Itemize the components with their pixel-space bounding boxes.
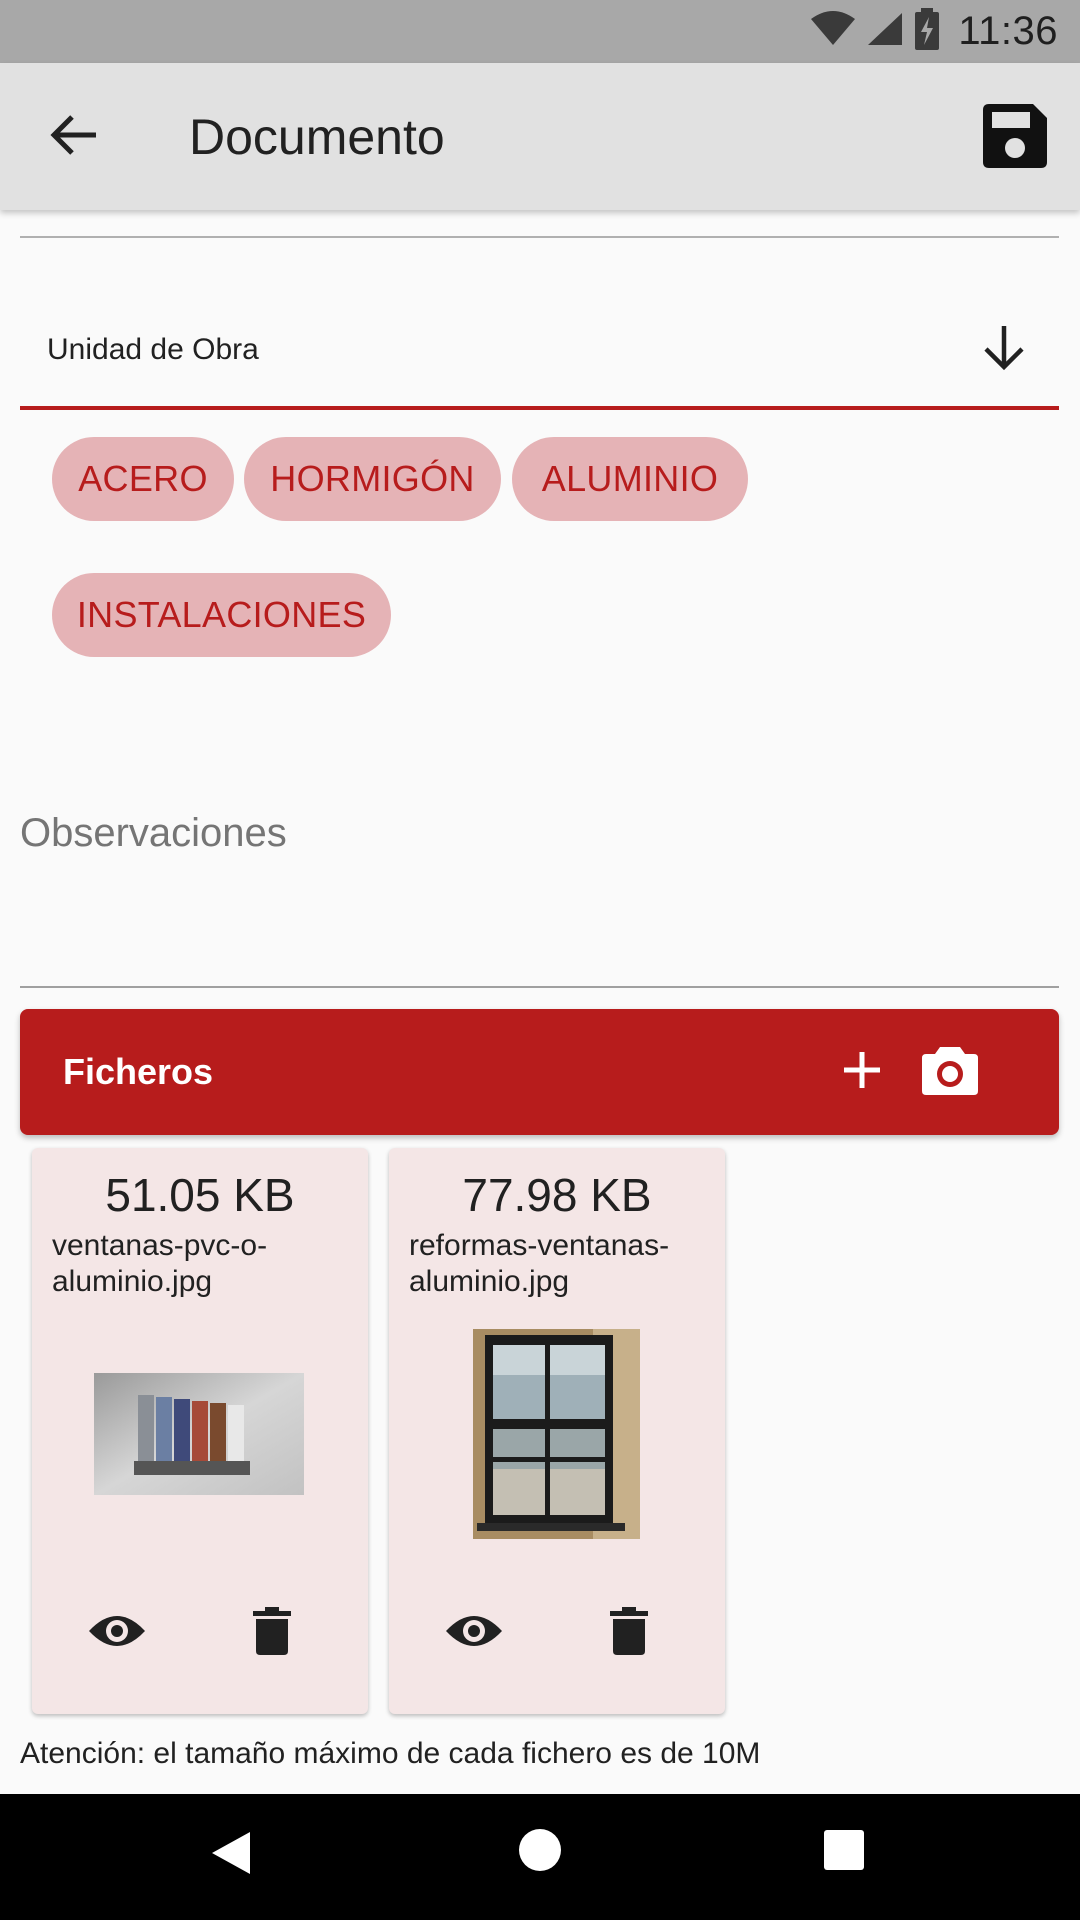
page-title: Documento: [189, 109, 445, 165]
files-title: Ficheros: [63, 1051, 214, 1092]
chip-aluminio[interactable]: ALUMINIO: [512, 437, 748, 521]
trash-icon: [253, 1606, 291, 1660]
divider: [20, 236, 1059, 238]
save-icon: [983, 103, 1047, 173]
app-bar: Documento: [0, 63, 1080, 210]
system-nav-bar: [0, 1794, 1080, 1920]
arrow-down-icon[interactable]: [979, 322, 1029, 372]
chip-hormigon[interactable]: HORMIGÓN: [244, 437, 501, 521]
battery-charging-icon: [914, 8, 940, 55]
file-name: reformas-ventanas-aluminio.jpg: [409, 1229, 670, 1298]
add-file-button[interactable]: [830, 1040, 894, 1104]
files-header: Ficheros: [20, 1009, 1059, 1135]
chip-acero[interactable]: ACERO: [52, 437, 234, 521]
delete-button[interactable]: [599, 1598, 659, 1668]
file-size: 77.98 KB: [462, 1169, 652, 1221]
file-card: 51.05 KB ventanas-pvc-o-aluminio.jpg: [32, 1148, 368, 1714]
chip-instalaciones[interactable]: INSTALACIONES: [52, 573, 391, 657]
eye-icon: [87, 1611, 147, 1656]
wifi-icon: [810, 11, 856, 52]
chip-label: ALUMINIO: [541, 458, 719, 499]
observaciones-underline: [20, 986, 1059, 988]
file-name: ventanas-pvc-o-aluminio.jpg: [52, 1229, 268, 1298]
nav-home-icon[interactable]: [519, 1829, 561, 1871]
nav-recents-icon[interactable]: [824, 1830, 864, 1870]
unidad-de-obra-select[interactable]: Unidad de Obra: [20, 300, 1059, 410]
trash-icon: [610, 1606, 648, 1660]
view-button[interactable]: [82, 1598, 152, 1668]
file-card: 77.98 KB reformas-ventanas-aluminio.jpg: [389, 1148, 725, 1714]
file-thumbnail[interactable]: [473, 1329, 640, 1539]
camera-icon: [922, 1045, 978, 1100]
chip-label: HORMIGÓN: [270, 458, 475, 499]
arrow-back-icon: [50, 113, 98, 162]
eye-icon: [444, 1611, 504, 1656]
view-button[interactable]: [439, 1598, 509, 1668]
file-thumbnail[interactable]: [94, 1373, 304, 1495]
status-time: 11:36: [958, 9, 1058, 53]
plus-icon: [842, 1050, 882, 1095]
save-button[interactable]: [980, 103, 1050, 173]
camera-button[interactable]: [918, 1040, 982, 1104]
observaciones-field[interactable]: Observaciones: [20, 811, 287, 856]
chip-label: INSTALACIONES: [76, 594, 367, 635]
cell-signal-icon: [866, 11, 904, 52]
select-label: Unidad de Obra: [47, 333, 259, 366]
nav-back-icon[interactable]: [210, 1830, 252, 1881]
delete-button[interactable]: [242, 1598, 302, 1668]
chip-label: ACERO: [78, 458, 208, 499]
file-size: 51.05 KB: [105, 1169, 295, 1221]
status-bar: 11:36: [0, 0, 1080, 63]
file-size-warning: Atención: el tamaño máximo de cada fiche…: [20, 1737, 761, 1770]
back-button[interactable]: [44, 107, 104, 167]
